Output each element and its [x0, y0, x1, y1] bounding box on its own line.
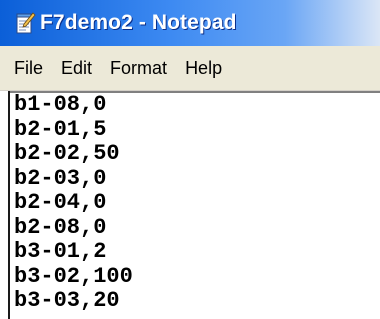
text-line: b3-03,20: [14, 288, 120, 313]
title-bar[interactable]: F7demo2 - Notepad: [0, 0, 380, 46]
menu-format[interactable]: Format: [110, 58, 167, 79]
menu-help[interactable]: Help: [185, 58, 222, 79]
text-line: b2-01,5: [14, 116, 107, 142]
notepad-window: F7demo2 - Notepad File Edit Format Help …: [0, 0, 380, 319]
text-line: b3-01,2: [14, 239, 107, 264]
text-line: b2-04,0: [14, 190, 107, 215]
text-line: b2-02,50: [14, 141, 120, 166]
text-editor[interactable]: b1-08,0 b2-01,5 b2-02,50 b2-03,0 b2-04,0…: [0, 91, 380, 319]
menu-edit[interactable]: Edit: [61, 58, 92, 79]
text-lines: b1-08,0 b2-01,5 b2-02,50 b2-03,0 b2-04,0…: [14, 92, 133, 314]
menu-file[interactable]: File: [14, 58, 43, 79]
text-line: b2-03,0: [14, 165, 107, 191]
text-line: b1-08,0: [14, 92, 107, 117]
editor-left-border: [8, 91, 10, 319]
text-line: b2-08,0: [14, 214, 107, 240]
menu-bar: File Edit Format Help: [0, 46, 380, 91]
text-line: b3-02,100: [14, 263, 133, 289]
notepad-icon[interactable]: [14, 11, 36, 35]
window-title: F7demo2 - Notepad: [40, 11, 237, 34]
